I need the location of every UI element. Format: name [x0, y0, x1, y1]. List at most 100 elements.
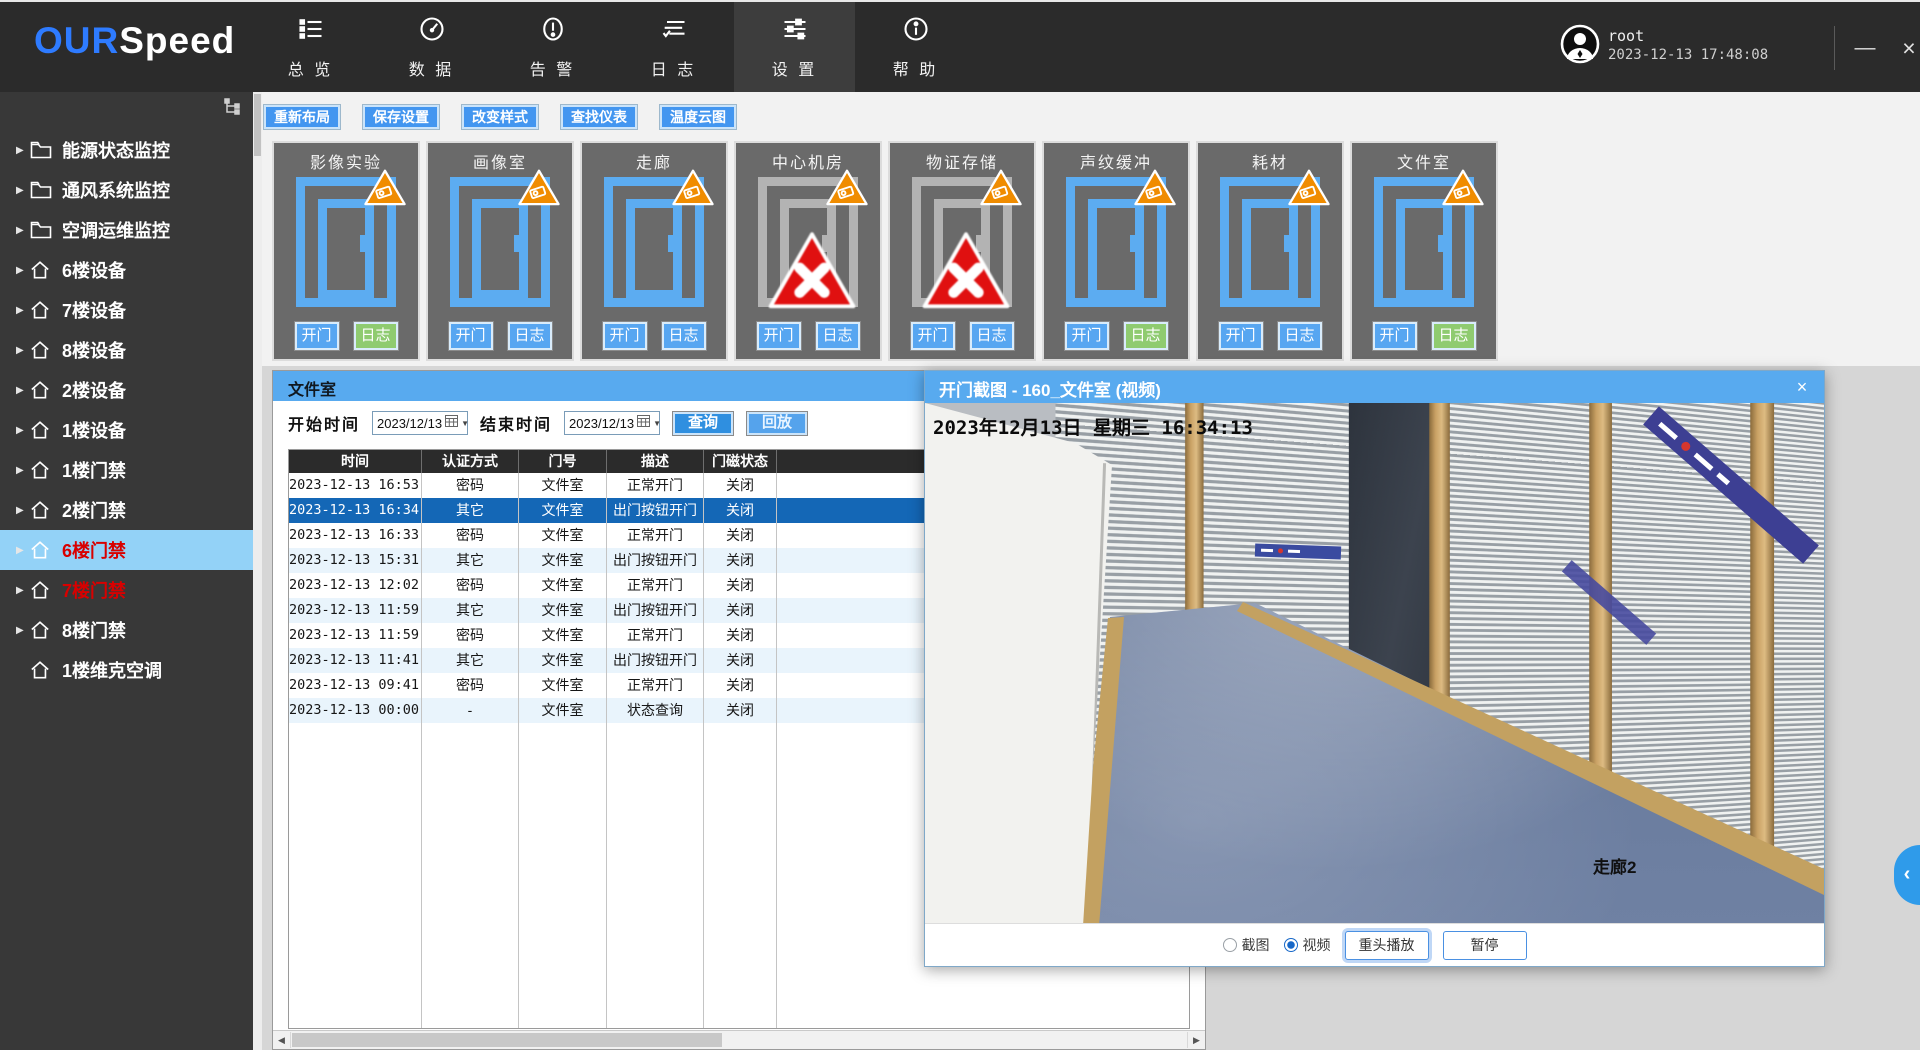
- expand-arrow-icon[interactable]: ▶: [16, 225, 30, 236]
- replay-button[interactable]: 重头播放: [1345, 931, 1429, 960]
- nav-item-data[interactable]: 数 据: [371, 2, 492, 92]
- nav-item-help[interactable]: 帮 助: [855, 2, 976, 92]
- horizontal-scrollbar-thumb[interactable]: [292, 1033, 722, 1047]
- sidebar-item[interactable]: ▶ 空调运维监控: [0, 210, 253, 250]
- sidebar-item[interactable]: ▶ 6楼门禁: [0, 530, 253, 570]
- expand-arrow-icon[interactable]: ▶: [16, 385, 30, 396]
- nav-item-alarm[interactable]: 告 警: [492, 2, 613, 92]
- sidebar-item[interactable]: ▶ 1楼门禁: [0, 450, 253, 490]
- sidebar-item[interactable]: ▶ 能源状态监控: [0, 130, 253, 170]
- cell-magnet: 关闭: [704, 623, 777, 648]
- query-button[interactable]: 查询: [672, 411, 734, 436]
- close-window-button[interactable]: ×: [1892, 32, 1920, 66]
- scroll-left-arrow[interactable]: ◀: [273, 1032, 291, 1048]
- open-door-button[interactable]: 开门: [294, 321, 340, 351]
- sidebar-item[interactable]: ▶ 7楼设备: [0, 290, 253, 330]
- toolbar-button[interactable]: 温度云图: [659, 104, 737, 130]
- folder-icon: [30, 179, 54, 201]
- horizontal-scrollbar[interactable]: ◀ ▶: [273, 1030, 1205, 1049]
- door-log-button[interactable]: 日志: [1123, 321, 1169, 351]
- col-header-time: 时间: [289, 450, 422, 473]
- sidebar-item[interactable]: ▶ 通风系统监控: [0, 170, 253, 210]
- expand-arrow-icon[interactable]: ▶: [16, 625, 30, 636]
- sidebar-item-label: 8楼设备: [62, 337, 126, 363]
- sidebar-item-label: 6楼设备: [62, 257, 126, 283]
- sidebar-item[interactable]: ▶ 1楼设备: [0, 410, 253, 450]
- snapshot-radio-label: 截图: [1242, 935, 1270, 955]
- nav-item-overview[interactable]: 总 览: [250, 2, 371, 92]
- playback-button[interactable]: 回放: [746, 411, 808, 436]
- sidebar-item[interactable]: ▶ 1楼维克空调: [0, 650, 253, 690]
- door-log-button[interactable]: 日志: [1277, 321, 1323, 351]
- app-logo: OURSpeed: [34, 20, 235, 62]
- dropdown-arrow-icon[interactable]: ▼: [653, 419, 661, 428]
- nav-item-log[interactable]: 日 志: [613, 2, 734, 92]
- pause-button[interactable]: 暂停: [1443, 931, 1527, 960]
- dropdown-arrow-icon[interactable]: ▼: [461, 419, 469, 428]
- toolbar-button[interactable]: 查找仪表: [560, 104, 638, 130]
- open-door-button[interactable]: 开门: [1372, 321, 1418, 351]
- sidebar-item-label: 空调运维监控: [62, 217, 170, 243]
- open-door-button[interactable]: 开门: [602, 321, 648, 351]
- door-icon: [296, 177, 396, 307]
- cell-door: 文件室: [519, 473, 607, 498]
- open-door-button[interactable]: 开门: [1064, 321, 1110, 351]
- expand-arrow-icon[interactable]: ▶: [16, 265, 30, 276]
- open-door-button[interactable]: 开门: [910, 321, 956, 351]
- toolbar-button[interactable]: 改变样式: [461, 104, 539, 130]
- camera-alert-badge-icon: [824, 167, 870, 209]
- expand-arrow-icon[interactable]: ▶: [16, 465, 30, 476]
- cell-door: 文件室: [519, 598, 607, 623]
- open-door-button[interactable]: 开门: [448, 321, 494, 351]
- modal-close-button[interactable]: ×: [1790, 375, 1814, 399]
- sidebar-item[interactable]: ▶ 8楼门禁: [0, 610, 253, 650]
- door-log-button[interactable]: 日志: [969, 321, 1015, 351]
- cell-door: 文件室: [519, 673, 607, 698]
- end-date-input[interactable]: 2023/12/13 ▼: [564, 411, 660, 435]
- vertical-scrollbar-thumb[interactable]: [254, 94, 261, 156]
- expand-arrow-icon[interactable]: ▶: [16, 505, 30, 516]
- toolbar-button[interactable]: 重新布局: [263, 104, 341, 130]
- start-date-input[interactable]: 2023/12/13 ▼: [372, 411, 468, 435]
- user-avatar[interactable]: [1560, 24, 1600, 69]
- cell-magnet: 关闭: [704, 498, 777, 523]
- cell-auth: 密码: [422, 523, 519, 548]
- expand-arrow-icon[interactable]: ▶: [16, 345, 30, 356]
- tree-view-icon[interactable]: [223, 98, 243, 121]
- door-log-button[interactable]: 日志: [507, 321, 553, 351]
- expand-arrow-icon[interactable]: ▶: [16, 305, 30, 316]
- expand-arrow-icon[interactable]: ▶: [16, 585, 30, 596]
- nav-item-settings[interactable]: 设 置: [734, 2, 855, 92]
- open-door-button[interactable]: 开门: [756, 321, 802, 351]
- video-radio-icon[interactable]: [1284, 938, 1298, 952]
- door-log-button[interactable]: 日志: [661, 321, 707, 351]
- expand-arrow-icon[interactable]: ▶: [16, 545, 30, 556]
- minimize-button[interactable]: —: [1848, 32, 1882, 66]
- video-radio-option[interactable]: 视频: [1284, 935, 1331, 955]
- expand-arrow-icon[interactable]: ▶: [16, 185, 30, 196]
- door-handle: [514, 235, 521, 252]
- modal-titlebar[interactable]: 开门截图 - 160_文件室 (视频) ×: [925, 371, 1824, 403]
- snapshot-radio-icon[interactable]: [1223, 938, 1237, 952]
- camera-alert-badge-icon: [1132, 167, 1178, 209]
- sidebar-item[interactable]: ▶ 8楼设备: [0, 330, 253, 370]
- vertical-scrollbar[interactable]: [253, 92, 262, 1050]
- cell-desc: 正常开门: [607, 673, 704, 698]
- sidebar-item[interactable]: ▶ 2楼设备: [0, 370, 253, 410]
- sidebar-item[interactable]: ▶ 6楼设备: [0, 250, 253, 290]
- snapshot-radio-option[interactable]: 截图: [1223, 935, 1270, 955]
- sidebar-item[interactable]: ▶ 7楼门禁: [0, 570, 253, 610]
- door-log-button[interactable]: 日志: [353, 321, 399, 351]
- door-log-button[interactable]: 日志: [1431, 321, 1477, 351]
- scroll-right-arrow[interactable]: ▶: [1187, 1032, 1205, 1048]
- sidebar-item[interactable]: ▶ 2楼门禁: [0, 490, 253, 530]
- toolbar-button[interactable]: 保存设置: [362, 104, 440, 130]
- door-log-button[interactable]: 日志: [815, 321, 861, 351]
- open-door-button[interactable]: 开门: [1218, 321, 1264, 351]
- col-header-auth: 认证方式: [422, 450, 519, 473]
- cell-auth: 密码: [422, 623, 519, 648]
- settings-toolbar: 重新布局保存设置改变样式查找仪表温度云图: [263, 104, 737, 130]
- expand-arrow-icon[interactable]: ▶: [16, 145, 30, 156]
- expand-arrow-icon[interactable]: ▶: [16, 425, 30, 436]
- end-time-label: 结束时间: [480, 411, 552, 435]
